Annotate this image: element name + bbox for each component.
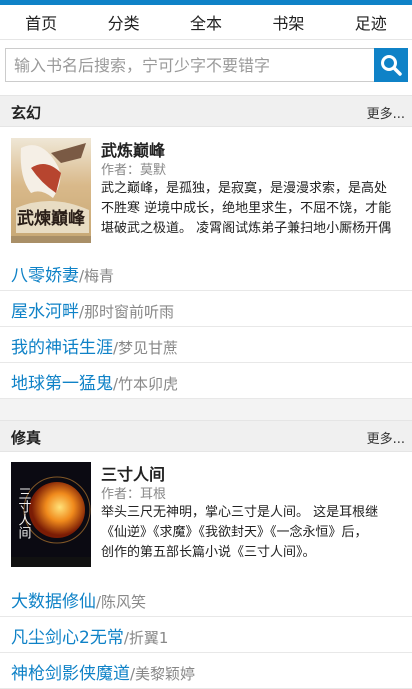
list-item[interactable]: 凡尘剑心2无常/折翼1 <box>0 617 412 653</box>
featured-author: 作者：耳根 <box>101 487 167 502</box>
book-title[interactable]: 地球第一猛鬼 <box>11 374 113 394</box>
book-author: /竹本卯虎 <box>113 375 179 393</box>
book-title[interactable]: 我的神话生涯 <box>11 338 113 358</box>
book-author: /美黎颖婷 <box>130 665 196 683</box>
featured-author: 作者：莫默 <box>101 163 167 178</box>
list-item[interactable]: 大数据修仙/陈风笑 <box>0 581 412 617</box>
book-title[interactable]: 凡尘剑心2无常 <box>11 628 124 648</box>
more-link[interactable]: 更多... <box>367 103 405 122</box>
list-item[interactable]: 神枪剑影侠魔道/美黎颖婷 <box>0 653 412 689</box>
book-author: /折翼1 <box>123 629 169 647</box>
search-icon <box>381 55 402 76</box>
main-nav: 首页 分类 全本 书架 足迹 <box>0 5 412 40</box>
featured-description: 举头三尺无神明，掌心三寸是人间。 这是耳根继 《仙逆》《求魔》《我欲封天》《一念… <box>101 505 379 560</box>
book-cover[interactable]: 武煉巔峰 <box>11 138 91 243</box>
section-header-xuanhuan: 玄幻 更多... <box>0 95 412 127</box>
search-input[interactable] <box>5 48 374 82</box>
search-button[interactable] <box>374 48 408 82</box>
list-item[interactable]: 我的神话生涯/梦见甘蔗 <box>0 327 412 363</box>
nav-home[interactable]: 首页 <box>0 10 82 34</box>
book-author: /梅青 <box>79 267 115 285</box>
section-title: 修真 <box>11 429 42 447</box>
more-link[interactable]: 更多... <box>367 428 405 447</box>
book-title[interactable]: 屋水河畔 <box>11 302 79 322</box>
section-divider <box>0 399 412 420</box>
book-title[interactable]: 八零娇妻 <box>11 266 79 286</box>
nav-complete[interactable]: 全本 <box>165 10 247 34</box>
book-title[interactable]: 神枪剑影侠魔道 <box>11 664 130 684</box>
nav-bookshelf[interactable]: 书架 <box>247 10 329 34</box>
book-title[interactable]: 大数据修仙 <box>11 592 96 612</box>
section-header-xiuzhen: 修真 更多... <box>0 420 412 452</box>
featured-book[interactable]: 武煉巔峰 武炼巅峰 作者：莫默 武之巅峰，是孤独，是寂寞，是漫漫求索，是高处 不… <box>0 138 412 248</box>
nav-history[interactable]: 足迹 <box>330 10 412 34</box>
featured-title[interactable]: 武炼巅峰 <box>101 138 165 161</box>
book-author: /陈风笑 <box>96 593 147 611</box>
cover-title-text: 三寸人间 <box>16 487 32 539</box>
search-bar <box>5 48 408 82</box>
featured-book[interactable]: 三寸人间 三寸人间 作者：耳根 举头三尺无神明，掌心三寸是人间。 这是耳根继 《… <box>0 462 412 572</box>
cover-title-text: 武煉巔峰 <box>17 208 86 229</box>
book-author: /那时窗前听雨 <box>79 303 175 321</box>
book-cover[interactable]: 三寸人间 <box>11 462 91 567</box>
list-item[interactable]: 地球第一猛鬼/竹本卯虎 <box>0 363 412 399</box>
featured-title[interactable]: 三寸人间 <box>101 462 165 485</box>
featured-description: 武之巅峰，是孤独，是寂寞，是漫漫求索，是高处 不胜寒 逆境中成长，绝地里求生，不… <box>101 181 392 236</box>
list-item[interactable]: 屋水河畔/那时窗前听雨 <box>0 291 412 327</box>
section-title: 玄幻 <box>11 104 42 122</box>
list-item[interactable]: 八零娇妻/梅青 <box>0 255 412 291</box>
book-author: /梦见甘蔗 <box>113 339 179 357</box>
nav-category[interactable]: 分类 <box>83 10 165 34</box>
